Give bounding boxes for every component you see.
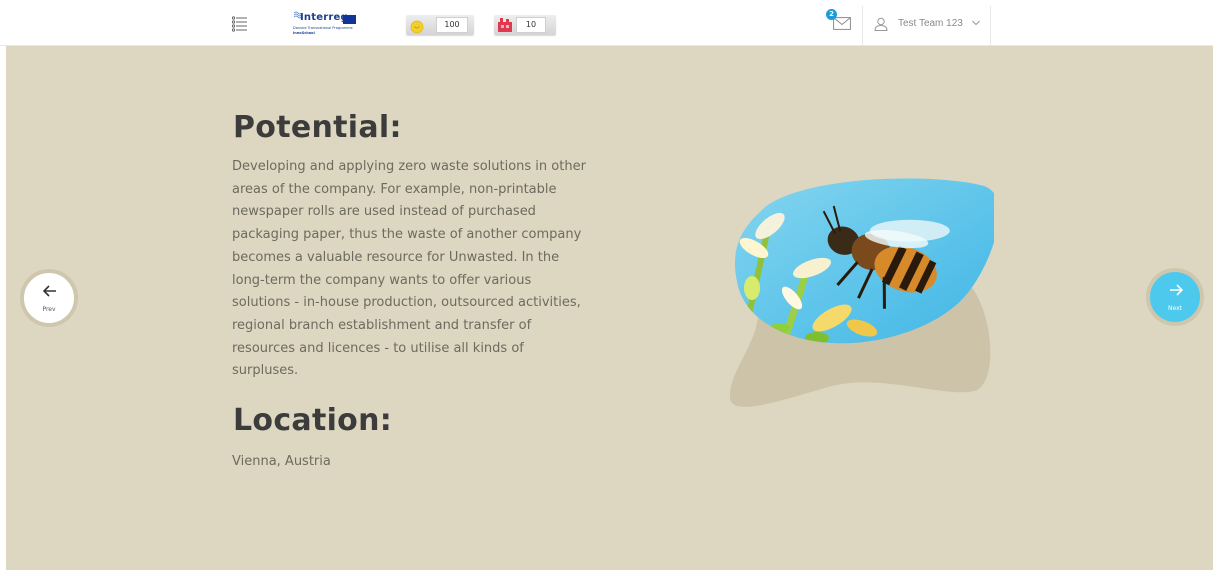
factory-icon <box>494 15 516 35</box>
top-bar: Interreg Danube Transnational Programme … <box>0 0 1213 46</box>
logo-subtitle-2: InnoSchool <box>293 31 315 35</box>
user-name: Test Team 123 <box>898 18 963 29</box>
potential-text: Developing and applying zero waste solut… <box>232 159 586 379</box>
factory-resource-value: 10 <box>516 17 546 33</box>
content-area: Potential: Developing and applying zero … <box>6 46 1213 570</box>
bee-illustration <box>722 178 994 412</box>
menu-list-icon[interactable] <box>231 16 248 32</box>
interreg-logo[interactable]: Interreg Danube Transnational Programme … <box>293 11 365 37</box>
chevron-down-icon <box>972 20 980 26</box>
sun-icon <box>406 15 428 35</box>
sun-resource-value: 100 <box>436 17 468 33</box>
eu-flag-icon <box>343 15 356 24</box>
header-divider <box>862 6 863 46</box>
envelope-icon <box>833 17 851 30</box>
next-label: Next <box>1168 305 1182 312</box>
arrow-right-icon <box>1170 284 1183 296</box>
sun-resource-counter[interactable]: 100 <box>406 15 474 35</box>
prev-button[interactable]: Prev <box>20 269 78 327</box>
location-heading: Location: <box>233 403 393 438</box>
arrow-left-icon <box>43 285 56 297</box>
prev-label: Prev <box>42 306 56 313</box>
potential-heading: Potential: <box>233 110 402 145</box>
logo-wordmark: Interreg <box>300 12 348 23</box>
messages-button[interactable]: 2 <box>826 9 854 33</box>
unread-badge: 2 <box>826 9 837 20</box>
location-text: Vienna, Austria <box>232 454 331 469</box>
user-icon <box>874 17 888 31</box>
factory-resource-counter[interactable]: 10 <box>494 15 556 35</box>
next-button[interactable]: Next <box>1146 268 1204 326</box>
logo-subtitle: Danube Transnational Programme <box>293 26 353 30</box>
header-divider-right <box>990 6 991 46</box>
